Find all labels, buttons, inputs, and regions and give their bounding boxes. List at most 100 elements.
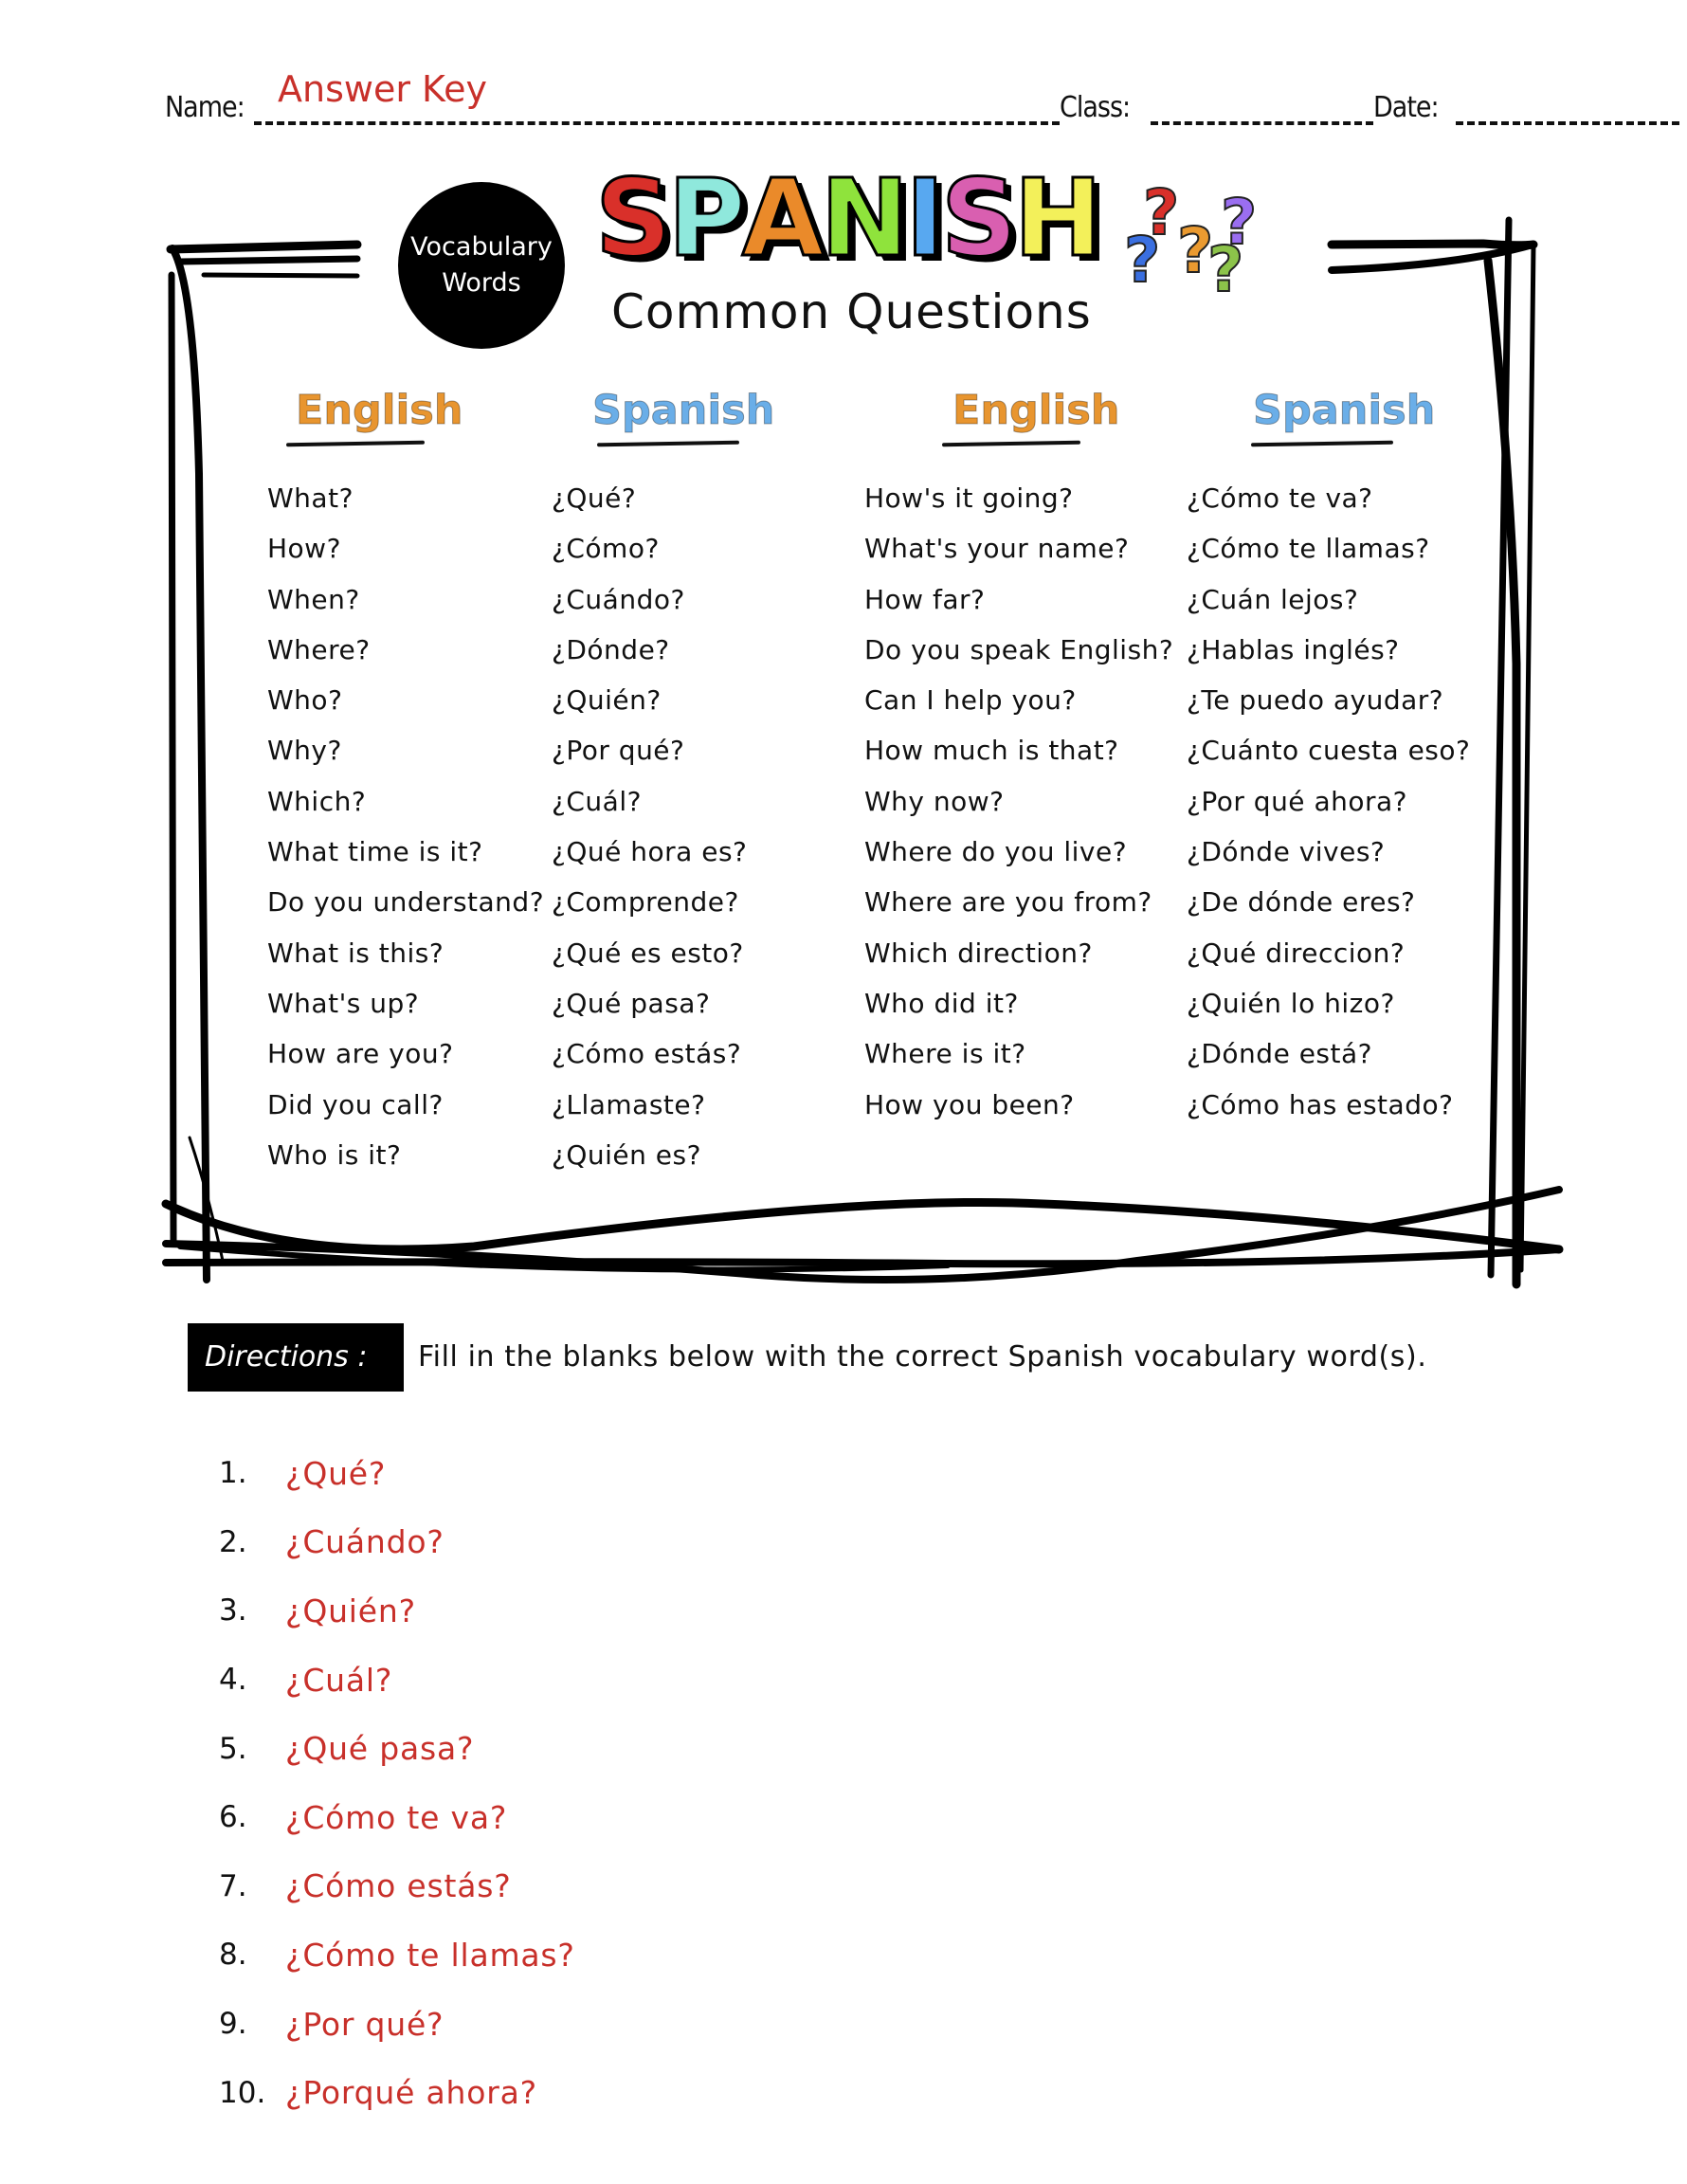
vocab-item: What? — [267, 482, 354, 514]
answer-number: 10. — [219, 2075, 266, 2110]
vocab-item: Who did it? — [864, 987, 1019, 1019]
vocab-column-spanish-left: ¿Qué? ¿Cómo? ¿Cuándo? ¿Dónde? ¿Quién? ¿Por qu… — [552, 480, 747, 1187]
vocab-item: ¿Hablas inglés? — [1187, 633, 1400, 665]
spanish-title: S P A N I S H — [594, 157, 1104, 281]
answer-text[interactable]: ¿Qué? — [285, 1455, 386, 1492]
heading-english-right: English — [952, 387, 1120, 435]
vocab-item: ¿Te puedo ayudar? — [1187, 684, 1444, 717]
vocab-item: Do you understand? — [267, 886, 545, 919]
vocab-item: ¿Cómo has estado? — [1187, 1088, 1454, 1120]
vocab-item: ¿Qué direccion? — [1187, 937, 1406, 969]
frame-stroke — [1327, 239, 1538, 250]
frame-stroke — [1483, 256, 1521, 1289]
answer-number: 4. — [219, 1663, 247, 1698]
answer-text[interactable]: ¿Quién? — [285, 1592, 416, 1629]
heading-english-left: English — [295, 387, 463, 435]
vocab-item: What's up? — [267, 987, 420, 1019]
vocab-item: Where do you live? — [864, 836, 1128, 868]
vocab-item: Did you call? — [267, 1088, 444, 1120]
vocab-item: Where is it? — [864, 1038, 1026, 1070]
frame-stroke — [188, 1136, 225, 1263]
vocab-item: What's your name? — [864, 533, 1130, 565]
vocab-item: What time is it? — [267, 836, 483, 868]
vocab-item: ¿Por qué ahora? — [1187, 785, 1408, 817]
class-label: Class: — [1060, 91, 1131, 124]
vocab-item: How you been? — [864, 1088, 1075, 1120]
vocab-item: What is this? — [267, 937, 444, 969]
title-letter: A — [740, 157, 825, 281]
frame-stroke — [177, 1244, 951, 1273]
answer-row: 6. ¿Cómo te va? — [219, 1783, 575, 1852]
frame-stroke — [168, 271, 177, 1246]
vocab-item: Where are you from? — [864, 886, 1152, 919]
vocab-item: Can I help you? — [864, 684, 1077, 717]
underline — [596, 440, 740, 447]
vocab-item: ¿Cómo? — [552, 533, 660, 565]
answer-text[interactable]: ¿Qué pasa? — [285, 1730, 474, 1767]
heading-spanish-right: Spanish — [1252, 387, 1436, 435]
vocab-item: ¿Quién es? — [552, 1138, 701, 1171]
frame-stroke — [169, 245, 210, 1283]
frame-stroke — [201, 272, 360, 279]
vocab-item: ¿Qué hora es? — [552, 836, 748, 868]
vocab-item: How are you? — [267, 1038, 454, 1070]
answer-number: 6. — [219, 1800, 247, 1835]
answer-text[interactable]: ¿Cómo estás? — [285, 1867, 512, 1904]
answer-number: 2. — [219, 1524, 247, 1559]
answer-number: 1. — [219, 1456, 247, 1491]
answer-number: 3. — [219, 1593, 247, 1629]
directions-label: Directions : — [188, 1323, 404, 1392]
answer-text[interactable]: ¿Cómo te llamas? — [285, 1937, 575, 1974]
title-letter: N — [819, 157, 911, 281]
title-letter: S — [594, 157, 674, 281]
vocab-column-english-left: What? How? When? Where? Who? Why? Which? What t… — [267, 480, 544, 1187]
underline — [285, 440, 426, 447]
vocab-item: Why? — [267, 735, 342, 767]
name-value-answer-key: Answer Key — [278, 68, 487, 110]
vocab-item: How's it going? — [864, 482, 1074, 514]
answer-row: 9. ¿Por qué? — [219, 1990, 575, 2059]
vocab-item: ¿Cómo te llamas? — [1187, 533, 1430, 565]
question-mark-icon: ? — [1123, 224, 1161, 297]
vocab-item: Which direction? — [864, 937, 1093, 969]
vocab-item: ¿Cómo estás? — [552, 1038, 742, 1070]
answer-text[interactable]: ¿Porqué ahora? — [285, 2074, 537, 2111]
date-label: Date: — [1373, 91, 1440, 124]
question-mark-icon: ? — [1206, 233, 1244, 306]
class-field[interactable] — [1151, 91, 1373, 125]
answer-number: 7. — [219, 1868, 247, 1903]
directions-text: Fill in the blanks below with the correc… — [418, 1340, 1427, 1374]
date-field[interactable] — [1456, 91, 1679, 125]
answer-row: 3. ¿Quién? — [219, 1576, 575, 1646]
question-marks-icon: ? ? ? ? ? — [1123, 181, 1272, 309]
vocabulary-words-badge: Vocabulary Words — [398, 182, 565, 349]
vocab-item: ¿Comprende? — [552, 886, 739, 919]
answer-list: 1. ¿Qué? 2. ¿Cuándo? 3. ¿Quién? 4. ¿Cuál? 5. ¿Qué… — [219, 1439, 575, 2127]
vocab-item: Which? — [267, 785, 367, 817]
vocab-item: Why now? — [864, 785, 1005, 817]
answer-text[interactable]: ¿Cuándo? — [285, 1523, 444, 1560]
vocab-item: ¿Cuándo? — [552, 583, 685, 615]
frame-stroke — [176, 255, 361, 265]
frame-stroke — [1487, 216, 1513, 1279]
vocab-item: ¿Quién? — [552, 684, 662, 717]
answer-text[interactable]: ¿Cómo te va? — [285, 1799, 507, 1836]
answer-text[interactable]: ¿Cuál? — [285, 1662, 392, 1699]
underline — [941, 440, 1081, 447]
vocab-column-english-right: How's it going? What's your name? How far?… — [864, 480, 1173, 1137]
name-label: Name: — [165, 91, 245, 124]
answer-row: 10. ¿Porqué ahora? — [219, 2058, 575, 2127]
vocab-item: How far? — [864, 583, 986, 615]
answer-row: 5. ¿Qué pasa? — [219, 1714, 575, 1783]
vocab-item: How much is that? — [864, 735, 1119, 767]
answer-text[interactable]: ¿Por qué? — [285, 2006, 444, 2043]
answer-number: 8. — [219, 1938, 247, 1973]
vocab-item: ¿Qué? — [552, 482, 637, 514]
vocab-item: ¿Dónde? — [552, 633, 670, 665]
frame-stroke — [1518, 242, 1536, 1273]
vocab-column-spanish-right: ¿Cómo te va? ¿Cómo te llamas? ¿Cuán lejos?… — [1187, 480, 1470, 1137]
vocab-item: ¿Por qué? — [552, 735, 685, 767]
answer-number: 5. — [219, 1731, 247, 1766]
vocab-item: ¿Qué es esto? — [552, 937, 744, 969]
badge-line-2: Words — [442, 268, 521, 298]
